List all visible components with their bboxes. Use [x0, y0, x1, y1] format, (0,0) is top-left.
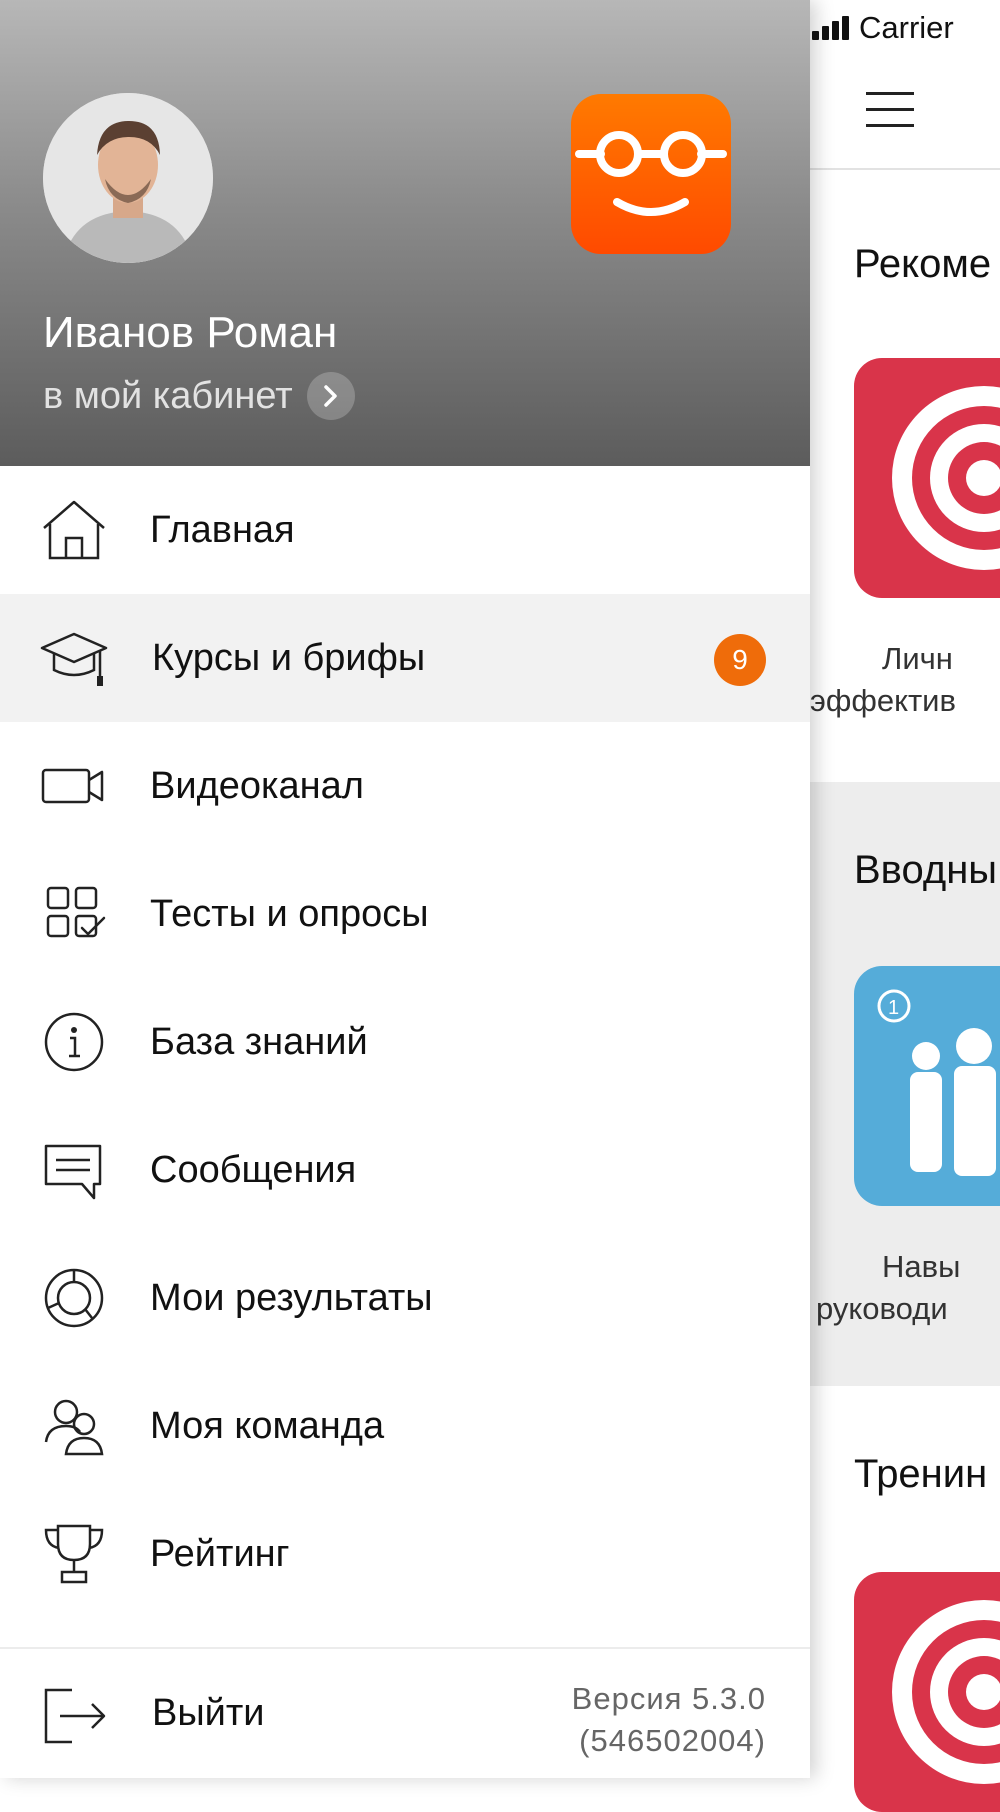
menu-item-label: Сообщения: [150, 1148, 357, 1191]
carrier-label: Carrier: [859, 10, 954, 45]
team-icon: [44, 1399, 104, 1456]
menu-item-label: Рейтинг: [150, 1532, 290, 1575]
menu-item-home[interactable]: Главная: [0, 466, 810, 594]
menu-item-label: Мои результаты: [150, 1276, 433, 1319]
logout-row: Выйти Версия 5.3.0 (546502004): [0, 1650, 810, 1778]
svg-text:1: 1: [888, 997, 899, 1019]
course-tile[interactable]: [854, 1572, 1000, 1812]
logout-label: Выйти: [152, 1692, 265, 1734]
cabinet-link[interactable]: в мой кабинет: [43, 372, 355, 420]
notification-badge: 9: [714, 634, 766, 686]
video-camera-icon: [41, 768, 104, 804]
section-intro: Вводны 1 Навы руководи: [810, 782, 1000, 1386]
menu-item-label: Тесты и опросы: [150, 892, 429, 935]
trophy-icon: [44, 1524, 104, 1584]
user-name: Иванов Роман: [43, 308, 338, 357]
signal-strength-icon: [812, 16, 849, 40]
tile-caption: Личн эффектив: [810, 641, 956, 718]
avatar[interactable]: [43, 93, 213, 263]
app-version: Версия 5.3.0 (546502004): [572, 1678, 766, 1762]
menu-item-courses[interactable]: Курсы и брифы 9: [0, 594, 810, 722]
cabinet-link-label: в мой кабинет: [43, 374, 293, 417]
drawer-header: Иванов Роман в мой кабинет: [0, 0, 810, 466]
menu-item-rating[interactable]: Рейтинг: [0, 1490, 810, 1618]
menu-item-results[interactable]: Мои результаты: [0, 1234, 810, 1362]
menu-item-label: База знаний: [150, 1020, 368, 1063]
menu-item-label: Видеоканал: [150, 764, 364, 807]
menu-divider: [0, 1647, 810, 1649]
menu-item-team[interactable]: Моя команда: [0, 1362, 810, 1490]
menu-item-label: Главная: [150, 508, 295, 551]
target-icon: [892, 1600, 1000, 1784]
menu-item-messages[interactable]: Сообщения: [0, 1106, 810, 1234]
app-logo: [571, 94, 731, 254]
results-chart-icon: [44, 1268, 104, 1328]
home-icon: [43, 500, 105, 560]
course-tile[interactable]: [854, 358, 1000, 598]
section-recommended: Рекоме Личн эффектив: [810, 170, 1000, 782]
user-photo: [43, 93, 213, 263]
logout-button[interactable]: Выйти: [0, 1650, 520, 1778]
menu-item-tests[interactable]: Тесты и опросы: [0, 850, 810, 978]
chevron-right-icon: [306, 372, 355, 420]
course-tile[interactable]: 1: [854, 966, 1000, 1206]
tests-grid-icon: [46, 886, 106, 938]
section-title: Рекоме: [854, 242, 992, 286]
section-trainings: Тренин: [810, 1386, 1000, 1812]
menu-item-knowledge-base[interactable]: База знаний: [0, 978, 810, 1106]
side-drawer: Иванов Роман в мой кабинет Главная Курсы…: [0, 0, 810, 1778]
menu-item-label: Моя команда: [150, 1404, 385, 1447]
section-title: Вводны: [854, 848, 998, 892]
status-bar: Carrier: [812, 0, 954, 56]
message-icon: [44, 1144, 102, 1200]
info-icon: [44, 1012, 104, 1072]
target-icon: [892, 386, 1000, 570]
navigation-bar: [810, 56, 1000, 170]
build-number: (546502004): [579, 1723, 766, 1758]
graduation-cap-icon: [40, 632, 108, 686]
section-title: Тренин: [854, 1452, 988, 1496]
version-number: Версия 5.3.0: [571, 1681, 766, 1716]
menu-item-video[interactable]: Видеоканал: [0, 722, 810, 850]
people-icon: 1: [877, 989, 996, 1176]
tile-caption: Навы руководи: [816, 1249, 961, 1326]
logout-icon: [44, 1688, 106, 1744]
smiley-glasses-icon: [575, 131, 727, 216]
hamburger-menu-icon[interactable]: [866, 92, 914, 128]
menu-item-label: Курсы и брифы: [152, 636, 426, 679]
drawer-menu: Главная Курсы и брифы 9 Видеоканал Тесты…: [0, 466, 810, 1618]
